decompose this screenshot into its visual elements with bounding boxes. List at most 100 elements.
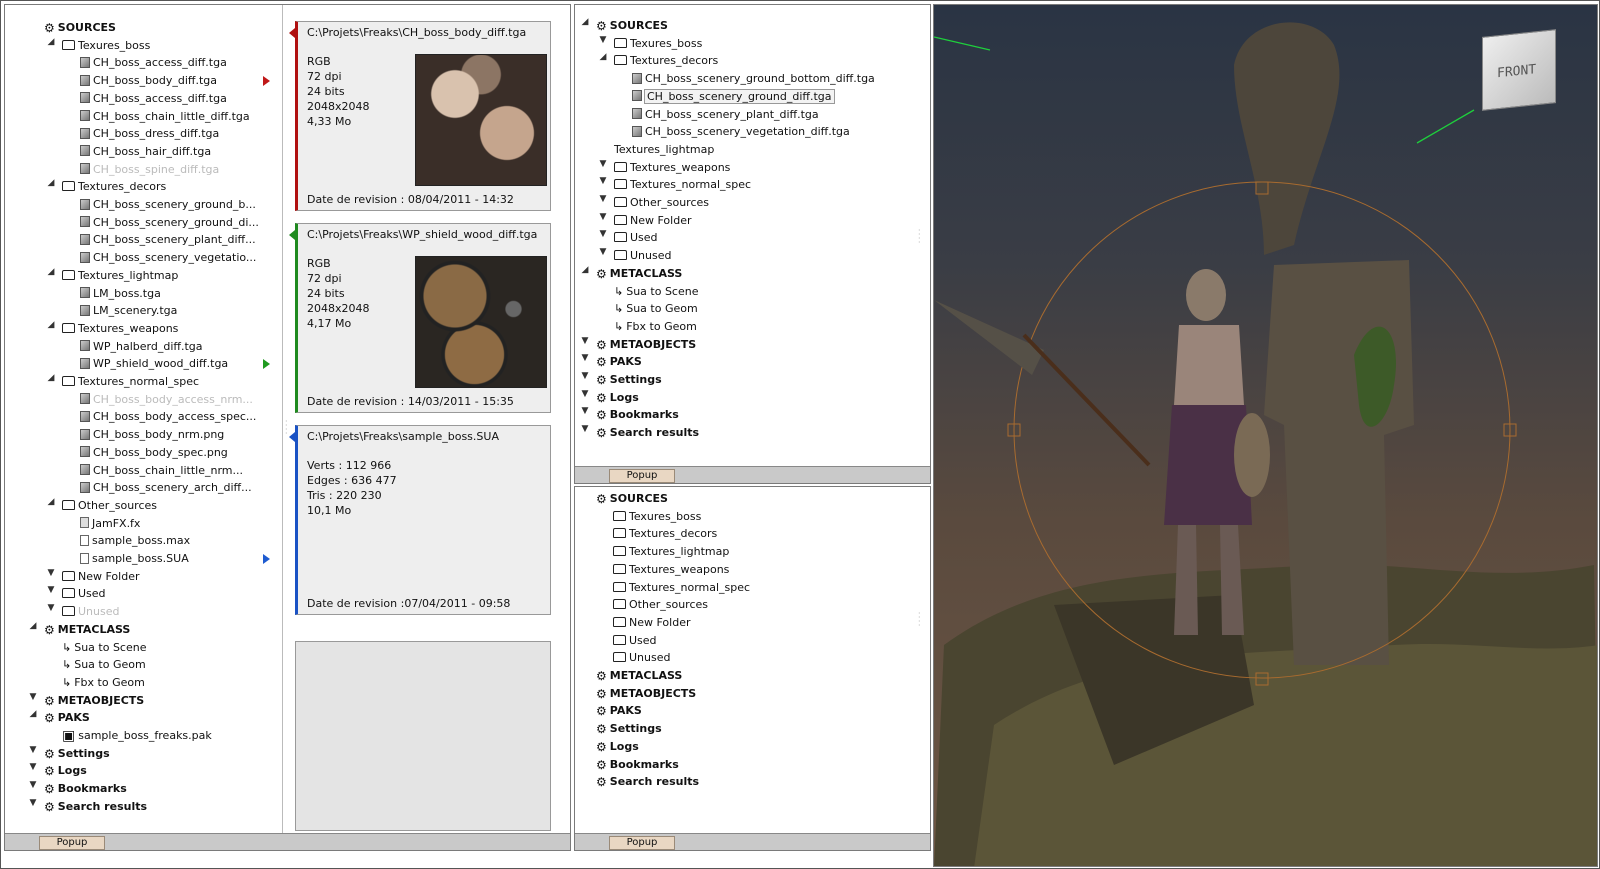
- expand-triangle-icon[interactable]: ▼: [579, 371, 591, 389]
- gear-icon: ⚙: [596, 775, 607, 790]
- gear-icon: ⚙: [596, 492, 607, 506]
- tree-row[interactable]: ⚙ PAKS: [596, 353, 642, 371]
- popup-button[interactable]: Popup: [609, 836, 675, 850]
- expand-triangle-icon[interactable]: ▼: [597, 212, 609, 230]
- collapse-triangle-icon[interactable]: ◢: [579, 17, 591, 35]
- tree-row[interactable]: ⚙ Settings: [596, 720, 662, 738]
- tree-row[interactable]: CH_boss_scenery_ground_diff.tga: [632, 88, 835, 106]
- expand-triangle-icon[interactable]: ▼: [597, 247, 609, 265]
- card-info-line: 2048x2048: [307, 302, 370, 315]
- tree-row[interactable]: ⚙ METACLASS: [596, 265, 682, 283]
- gear-icon: ⚙: [596, 266, 607, 281]
- popup-button[interactable]: Popup: [39, 836, 105, 850]
- tree-row[interactable]: Textures_decors: [613, 525, 717, 543]
- tree-row[interactable]: ⚙ Search results: [596, 773, 699, 791]
- tree-row[interactable]: New Folder: [614, 212, 691, 230]
- tree-row[interactable]: ↳ Fbx to Geom: [614, 318, 697, 336]
- tree-row[interactable]: Textures_normal_spec: [614, 176, 751, 194]
- image-file-icon: [632, 72, 642, 84]
- collapse-triangle-icon[interactable]: ◢: [579, 265, 591, 283]
- tree-row[interactable]: Texures_boss: [614, 35, 702, 53]
- preview-card[interactable]: C:\Projets\Freaks\CH_boss_body_diff.tga R…: [289, 21, 551, 211]
- tree-row[interactable]: Textures_weapons: [613, 561, 729, 579]
- tree-row[interactable]: ⚙ Bookmarks: [596, 756, 679, 774]
- tree-item-label: SOURCES: [609, 492, 668, 505]
- folder-icon: [614, 161, 627, 172]
- expand-triangle-icon[interactable]: ▼: [597, 176, 609, 194]
- tree-row[interactable]: ↳ Sua to Scene: [614, 283, 699, 301]
- tree-row[interactable]: Textures_normal_spec: [613, 579, 750, 597]
- tree-row[interactable]: ⚙ SOURCES: [596, 490, 668, 508]
- view-cube[interactable]: FRONT: [1482, 29, 1556, 111]
- expand-triangle-icon[interactable]: ▼: [579, 336, 591, 354]
- tree-item-label: Search results: [609, 775, 700, 789]
- expand-triangle-icon[interactable]: ▼: [597, 194, 609, 212]
- tree-item-label: Logs: [609, 739, 639, 753]
- tree-row[interactable]: Other_sources: [613, 596, 708, 614]
- tree-row[interactable]: New Folder: [613, 614, 690, 632]
- card-accent-arrow-icon: [289, 28, 295, 38]
- tree-item-label: Fbx to Geom: [626, 319, 697, 333]
- expand-triangle-icon[interactable]: ▼: [579, 353, 591, 371]
- popup-button[interactable]: Popup: [609, 469, 675, 483]
- tree-row[interactable]: ⚙ Logs: [596, 389, 639, 407]
- expand-triangle-icon[interactable]: ▼: [597, 229, 609, 247]
- tree-row[interactable]: ⚙ Settings: [596, 371, 662, 389]
- tree-row[interactable]: Textures_decors: [614, 52, 718, 70]
- tree-row[interactable]: Textures_weapons: [614, 159, 730, 177]
- tree-row[interactable]: ⚙ PAKS: [596, 702, 642, 720]
- preview-card[interactable]: C:\Projets\Freaks\sample_boss.SUA Verts :…: [289, 425, 551, 615]
- tree-row[interactable]: Textures_lightmap: [614, 141, 714, 159]
- axis-line-green: [934, 36, 991, 51]
- tree-row[interactable]: ⚙ METAOBJECTS: [596, 685, 696, 703]
- collapse-triangle-icon[interactable]: ◢: [597, 52, 609, 70]
- splitter-grip-2[interactable]: · · · ·: [918, 227, 924, 247]
- tree-item-label: Textures_weapons: [630, 160, 731, 174]
- expand-triangle-icon[interactable]: ▼: [579, 389, 591, 407]
- expand-triangle-icon[interactable]: ▼: [597, 35, 609, 53]
- 3d-viewport[interactable]: FRONT: [933, 4, 1598, 867]
- tree-row[interactable]: ⚙ Logs: [596, 738, 639, 756]
- tree-row[interactable]: ⚙ METAOBJECTS: [596, 336, 696, 354]
- tree-item-label: Sua to Scene: [626, 284, 699, 298]
- view-cube-label: FRONT: [1497, 62, 1537, 82]
- tree-row[interactable]: Used: [613, 632, 657, 650]
- folder-icon: [614, 37, 627, 48]
- tree-row[interactable]: ⚙ SOURCES: [596, 17, 668, 35]
- tree-row[interactable]: Used: [614, 229, 658, 247]
- tree-item-label: New Folder: [630, 213, 692, 227]
- sources-tree-3: ⚙ SOURCES Texures_boss Textures_decors Textu…: [575, 487, 930, 850]
- tree-item-label: Settings: [609, 722, 662, 736]
- tree-row[interactable]: ↳ Sua to Geom: [614, 300, 698, 318]
- tree-row[interactable]: ⚙ Search results: [596, 424, 699, 442]
- tree-row[interactable]: CH_boss_scenery_ground_bottom_diff.tga: [632, 70, 875, 88]
- card-file-path: C:\Projets\Freaks\WP_shield_wood_diff.tg…: [307, 228, 538, 241]
- splitter-grip-3[interactable]: · · · ·: [918, 610, 924, 630]
- tree-row[interactable]: Textures_lightmap: [613, 543, 729, 561]
- folder-icon: [613, 528, 626, 539]
- image-file-icon: [632, 125, 642, 137]
- tree-row[interactable]: Texures_boss: [613, 508, 701, 526]
- tree-item-label: Used: [630, 231, 658, 245]
- tree-row[interactable]: CH_boss_scenery_plant_diff.tga: [632, 106, 819, 124]
- expand-triangle-icon[interactable]: ▼: [579, 424, 591, 442]
- tree-row[interactable]: ⚙ METACLASS: [596, 667, 682, 685]
- stone-arch: [1234, 22, 1340, 256]
- tree-row[interactable]: CH_boss_scenery_vegetation_diff.tga: [632, 123, 850, 141]
- expand-triangle-icon[interactable]: ▼: [597, 159, 609, 177]
- link-icon: ↳: [614, 319, 624, 333]
- tree-item-label: Bookmarks: [609, 757, 679, 771]
- image-file-icon: [632, 108, 642, 119]
- folder-icon: [614, 214, 627, 225]
- tree-row[interactable]: Unused: [613, 649, 670, 667]
- card-info-line: Edges : 636 477: [307, 474, 397, 487]
- tree-item-label: CH_boss_scenery_ground_bottom_diff.tga: [645, 72, 875, 86]
- preview-card[interactable]: C:\Projets\Freaks\WP_shield_wood_diff.tg…: [289, 223, 551, 413]
- tree-row[interactable]: ⚙ Bookmarks: [596, 406, 679, 424]
- tree-row[interactable]: Unused: [614, 247, 671, 265]
- tree-item-label: CH_boss_scenery_plant_diff.tga: [645, 107, 819, 121]
- card-info-line: 72 dpi: [307, 272, 342, 285]
- card-accent-arrow-icon: [289, 230, 295, 240]
- tree-row[interactable]: Other_sources: [614, 194, 709, 212]
- expand-triangle-icon[interactable]: ▼: [579, 406, 591, 424]
